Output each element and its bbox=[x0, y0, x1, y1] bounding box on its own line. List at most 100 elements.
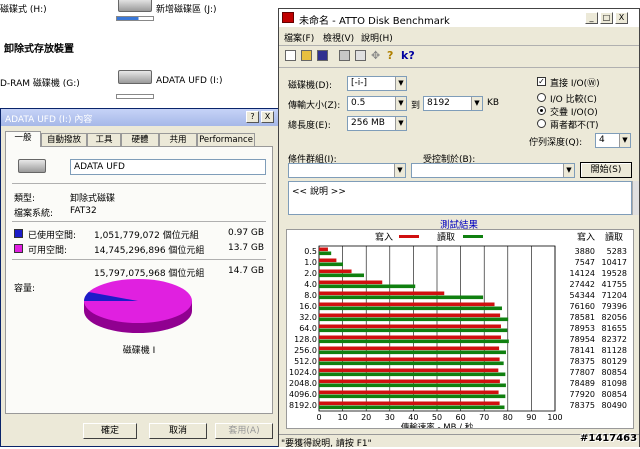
write-value: 3880 bbox=[575, 247, 595, 256]
minimize-button[interactable]: _ bbox=[585, 12, 598, 24]
y-tick-label: 0.5 bbox=[304, 247, 317, 256]
free-color-swatch bbox=[14, 244, 23, 253]
divider bbox=[279, 67, 639, 68]
x-tick-label: 20 bbox=[361, 413, 371, 422]
context-help-icon[interactable]: k? bbox=[401, 49, 415, 62]
tab-hardware[interactable]: 硬體 bbox=[121, 133, 159, 147]
drive-item-j[interactable]: 新增磁碟區 (J:) bbox=[156, 2, 217, 15]
queue-select[interactable]: 4 ▼ bbox=[595, 133, 631, 148]
read-bar bbox=[319, 383, 506, 388]
capacity-size: 14.7 GB bbox=[228, 266, 265, 276]
x-tick-label: 50 bbox=[432, 413, 442, 422]
x-tick-label: 90 bbox=[526, 413, 536, 422]
io-compare-radio[interactable] bbox=[537, 93, 546, 102]
open-icon[interactable] bbox=[301, 50, 312, 61]
drive-label: D-RAM 磁碟機 (G:) bbox=[0, 79, 80, 89]
tab-sharing[interactable]: 共用 bbox=[159, 133, 197, 147]
cancel-button[interactable]: 取消 bbox=[149, 423, 207, 439]
write-bar bbox=[319, 258, 337, 263]
tab-general[interactable]: 一般 bbox=[5, 131, 41, 147]
write-value: 54344 bbox=[570, 291, 595, 300]
drive-caption: 磁碟機 I bbox=[122, 346, 156, 356]
write-value: 27442 bbox=[570, 280, 595, 289]
menu-view[interactable]: 檢視(V) bbox=[323, 31, 354, 44]
close-button[interactable]: X bbox=[615, 12, 628, 24]
overlap-io-label: 交疊 I/O(O) bbox=[550, 108, 598, 118]
drive-usage-bar bbox=[116, 94, 154, 99]
maximize-button[interactable]: □ bbox=[600, 12, 613, 24]
help-icon[interactable]: ? bbox=[387, 49, 393, 62]
drive-item-i[interactable]: ADATA UFD (I:) bbox=[156, 76, 222, 86]
queue-label: 佇列深度(Q): bbox=[529, 138, 583, 148]
description-scrollbar[interactable] bbox=[632, 181, 639, 215]
y-tick-label: 2048.0 bbox=[289, 379, 317, 388]
start-button[interactable]: 開始(S) bbox=[580, 162, 632, 178]
print-icon[interactable] bbox=[339, 50, 350, 61]
drive-usage-bar bbox=[116, 16, 154, 21]
drive-item-h[interactable]: 磁碟式 (H:) bbox=[0, 2, 47, 15]
preview-icon[interactable] bbox=[355, 50, 366, 61]
transfer-from-select[interactable]: 0.5 ▼ bbox=[347, 96, 407, 111]
new-icon[interactable] bbox=[285, 50, 296, 61]
chevron-down-icon: ▼ bbox=[395, 77, 406, 90]
read-value: 41755 bbox=[602, 280, 627, 289]
tab-performance[interactable]: Performance bbox=[197, 133, 255, 147]
section-heading: 卸除式存放裝置 bbox=[4, 44, 74, 55]
status-text: "要獲得說明, 請按 F1" bbox=[281, 439, 372, 449]
save-icon[interactable] bbox=[317, 50, 328, 61]
write-value: 78375 bbox=[570, 357, 595, 366]
write-value: 78141 bbox=[570, 346, 595, 355]
ok-button[interactable]: 確定 bbox=[83, 423, 137, 439]
neither-radio[interactable] bbox=[537, 119, 546, 128]
description-textarea[interactable]: << 說明 >> bbox=[288, 181, 632, 215]
column-header-read: 讀取 bbox=[605, 231, 623, 243]
tab-tools[interactable]: 工具 bbox=[87, 133, 121, 147]
type-value: 卸除式磁碟 bbox=[70, 194, 116, 204]
read-value: 80854 bbox=[602, 390, 627, 399]
help-title-button[interactable]: ? bbox=[246, 111, 259, 123]
transfer-unit: KB bbox=[487, 98, 500, 108]
used-bytes: 1,051,779,072 個位元組 bbox=[94, 231, 199, 241]
write-bar bbox=[319, 291, 445, 296]
read-value: 81128 bbox=[602, 346, 627, 355]
column-header-write: 寫入 bbox=[577, 231, 595, 243]
tab-autoplay[interactable]: 自動撥放 bbox=[41, 133, 87, 147]
dialog-title: ADATA UFD (I:) 內容 bbox=[5, 115, 93, 125]
length-value: 256 MB bbox=[351, 118, 385, 128]
drive-label: ADATA UFD (I:) bbox=[156, 76, 223, 86]
apply-button[interactable]: 套用(A) bbox=[215, 423, 273, 439]
x-tick-label: 40 bbox=[408, 413, 418, 422]
overlap-io-radio[interactable] bbox=[537, 106, 546, 115]
write-value: 78954 bbox=[570, 335, 595, 344]
length-select[interactable]: 256 MB ▼ bbox=[347, 116, 407, 131]
condition-select[interactable]: ▼ bbox=[288, 163, 406, 178]
transfer-to-select[interactable]: 8192 ▼ bbox=[423, 96, 483, 111]
free-label: 可用空間: bbox=[28, 246, 68, 256]
read-value: 79396 bbox=[602, 302, 627, 311]
direct-io-checkbox[interactable]: ✓ bbox=[537, 77, 546, 86]
drive-select[interactable]: [-i-] ▼ bbox=[347, 76, 407, 91]
read-value: 81098 bbox=[602, 379, 627, 388]
write-bar bbox=[319, 335, 501, 340]
read-bar bbox=[319, 284, 416, 289]
results-chart: 寫入 讀取 寫入 讀取0 10 20 30 40 50 60 70 80 90 100傳輸速率 - MB … bbox=[289, 231, 627, 433]
x-tick-label: 80 bbox=[503, 413, 513, 422]
chevron-down-icon: ▼ bbox=[563, 164, 574, 177]
legend-read-label: 讀取 bbox=[437, 231, 455, 243]
y-tick-label: 128.0 bbox=[294, 335, 317, 344]
read-value: 81655 bbox=[602, 324, 627, 333]
y-tick-label: 4096.0 bbox=[289, 390, 317, 399]
read-bar bbox=[319, 262, 344, 267]
y-tick-label: 32.0 bbox=[299, 313, 317, 322]
volume-name-input[interactable]: ADATA UFD bbox=[70, 159, 266, 175]
read-bar bbox=[319, 339, 509, 344]
drive-item-g[interactable]: D-RAM 磁碟機 (G:) bbox=[0, 76, 80, 89]
capacity-bytes: 15,797,075,968 個位元組 bbox=[94, 269, 205, 279]
controlled-select[interactable]: ▼ bbox=[411, 163, 575, 178]
read-value: 71204 bbox=[602, 291, 627, 300]
close-title-button[interactable]: X bbox=[261, 111, 274, 123]
menu-help[interactable]: 說明(H) bbox=[361, 31, 393, 44]
write-value: 78581 bbox=[570, 313, 595, 322]
move-icon[interactable]: ✥ bbox=[371, 49, 380, 62]
menu-file[interactable]: 檔案(F) bbox=[284, 31, 314, 44]
